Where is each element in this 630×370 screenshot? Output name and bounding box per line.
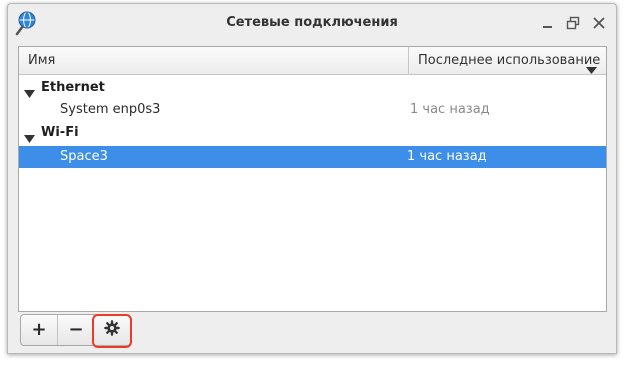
group-label: Wi-Fi xyxy=(41,125,79,140)
column-header-last-used-label: Последнее использование xyxy=(418,53,601,68)
highlight-box xyxy=(92,314,132,348)
group-row-ethernet[interactable]: Ethernet xyxy=(19,77,606,99)
column-header-name[interactable]: Имя xyxy=(19,47,408,74)
window-title: Сетевые подключения xyxy=(226,15,398,30)
title-bar[interactable]: Сетевые подключения xyxy=(8,4,616,44)
connection-name: System enp0s3 xyxy=(60,102,161,117)
column-header-last-used[interactable]: Последнее использование xyxy=(408,47,606,74)
connection-last-used: 1 час назад xyxy=(407,149,487,164)
minimize-icon[interactable] xyxy=(541,16,555,30)
maximize-icon[interactable] xyxy=(566,16,580,30)
add-connection-button[interactable]: + xyxy=(21,315,57,345)
close-icon[interactable] xyxy=(592,16,606,30)
connection-last-used: 1 час назад xyxy=(410,102,490,117)
connection-row-system-enp0s3[interactable]: System enp0s3 1 час назад xyxy=(19,99,606,121)
connections-tree[interactable]: Имя Последнее использование Ethernet Sys… xyxy=(18,46,607,312)
add-button-label: + xyxy=(31,319,47,340)
group-row-wifi[interactable]: Wi-Fi xyxy=(19,122,606,144)
group-label: Ethernet xyxy=(41,80,105,95)
network-connections-window: Сетевые подключения Имя Последнее исполь… xyxy=(7,3,617,354)
connection-name: Space3 xyxy=(60,149,108,164)
connection-row-space3[interactable]: Space3 1 час назад xyxy=(19,146,606,168)
column-header-row: Имя Последнее использование xyxy=(19,47,606,75)
remove-connection-button[interactable]: − xyxy=(57,315,94,345)
remove-button-label: − xyxy=(68,319,84,340)
